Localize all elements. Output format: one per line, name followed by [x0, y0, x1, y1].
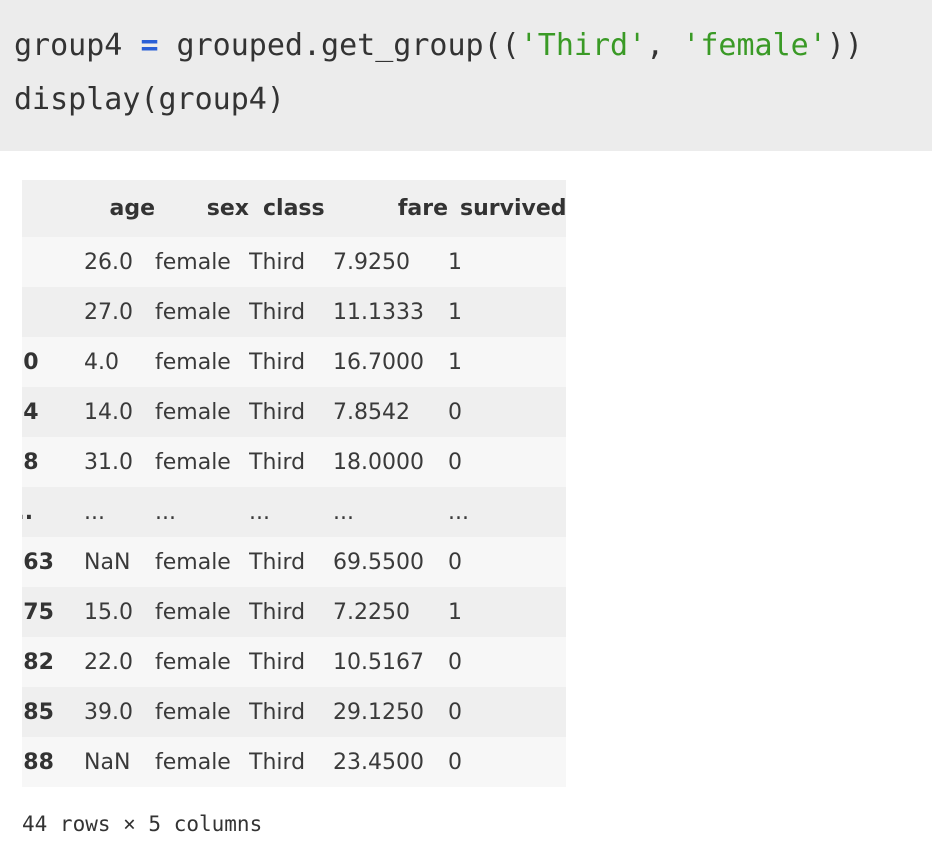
row-index: 8	[22, 287, 84, 337]
cell-fare: 16.7000	[333, 337, 448, 387]
cell-age: 31.0	[84, 437, 155, 487]
table-row: ..................	[22, 487, 566, 537]
cell-fare: 23.4500	[333, 737, 448, 787]
cell-survived: 1	[448, 237, 566, 287]
row-index: 863	[22, 537, 84, 587]
cell-class: ...	[249, 487, 333, 537]
cell-fare: 7.2250	[333, 587, 448, 637]
cell-class: Third	[249, 237, 333, 287]
code-token-close-parens: ))	[826, 28, 863, 63]
cell-age: NaN	[84, 737, 155, 787]
cell-survived: 0	[448, 537, 566, 587]
row-index: 885	[22, 687, 84, 737]
cell-survived: ...	[448, 487, 566, 537]
cell-class: Third	[249, 637, 333, 687]
table-row: 1414.0femaleThird7.85420	[22, 387, 566, 437]
cell-sex: female	[155, 387, 249, 437]
cell-sex: female	[155, 637, 249, 687]
cell-sex: female	[155, 237, 249, 287]
table-row: 104.0femaleThird16.70001	[22, 337, 566, 387]
cell-age: 27.0	[84, 287, 155, 337]
table-row: 1831.0femaleThird18.00000	[22, 437, 566, 487]
cell-age: NaN	[84, 537, 155, 587]
dataframe-table: age sex class fare survived 226.0femaleT…	[22, 180, 566, 787]
table-row: 888NaNfemaleThird23.45000	[22, 737, 566, 787]
cell-age: 4.0	[84, 337, 155, 387]
column-header-class: class	[249, 180, 333, 237]
dataframe-output: age sex class fare survived 226.0femaleT…	[22, 180, 566, 787]
cell-class: Third	[249, 387, 333, 437]
column-header-fare: fare	[333, 180, 448, 237]
column-header-sex: sex	[155, 180, 249, 237]
cell-sex: female	[155, 587, 249, 637]
table-row: 863NaNfemaleThird69.55000	[22, 537, 566, 587]
cell-age: ...	[84, 487, 155, 537]
row-index: 14	[22, 387, 84, 437]
row-index: 10	[22, 337, 84, 387]
table-row: 827.0femaleThird11.13331	[22, 287, 566, 337]
code-token-string-female: 'female'	[682, 28, 827, 63]
cell-class: Third	[249, 737, 333, 787]
cell-sex: female	[155, 437, 249, 487]
cell-survived: 0	[448, 637, 566, 687]
row-index: 882	[22, 637, 84, 687]
column-header-index	[22, 180, 84, 237]
code-token-call: grouped.get_group((	[158, 28, 520, 63]
row-index: 18	[22, 437, 84, 487]
code-token-assign-operator: =	[140, 28, 159, 63]
table-header-row: age sex class fare survived	[22, 180, 566, 237]
cell-age: 39.0	[84, 687, 155, 737]
cell-sex: female	[155, 287, 249, 337]
cell-survived: 0	[448, 687, 566, 737]
cell-survived: 0	[448, 437, 566, 487]
row-index: 888	[22, 737, 84, 787]
cell-sex: female	[155, 537, 249, 587]
cell-sex: female	[155, 737, 249, 787]
cell-fare: 11.1333	[333, 287, 448, 337]
cell-survived: 1	[448, 587, 566, 637]
table-row: 88222.0femaleThird10.51670	[22, 637, 566, 687]
code-token-variable: group4	[14, 28, 141, 63]
row-index: 2	[22, 237, 84, 287]
row-count-footer: 44 rows × 5 columns	[22, 812, 263, 836]
row-index: 875	[22, 587, 84, 637]
cell-class: Third	[249, 287, 333, 337]
cell-fare: 29.1250	[333, 687, 448, 737]
column-header-survived: survived	[448, 180, 566, 237]
cell-class: Third	[249, 537, 333, 587]
cell-survived: 0	[448, 387, 566, 437]
code-token-separator: ,	[646, 28, 683, 63]
table-row: 87515.0femaleThird7.22501	[22, 587, 566, 637]
cell-class: Third	[249, 337, 333, 387]
cell-age: 26.0	[84, 237, 155, 287]
cell-sex: ...	[155, 487, 249, 537]
cell-survived: 0	[448, 737, 566, 787]
cell-survived: 1	[448, 287, 566, 337]
code-line-2: display(group4)	[14, 82, 285, 117]
table-row: 88539.0femaleThird29.12500	[22, 687, 566, 737]
cell-fare: 7.9250	[333, 237, 448, 287]
cell-fare: 7.8542	[333, 387, 448, 437]
code-cell[interactable]: group4 = grouped.get_group(('Third', 'fe…	[0, 0, 932, 151]
column-header-age: age	[84, 180, 155, 237]
code-line-1: group4 = grouped.get_group(('Third', 'fe…	[14, 28, 863, 64]
cell-sex: female	[155, 687, 249, 737]
table-row: 226.0femaleThird7.92501	[22, 237, 566, 287]
cell-survived: 1	[448, 337, 566, 387]
cell-age: 14.0	[84, 387, 155, 437]
cell-fare: 69.5500	[333, 537, 448, 587]
cell-class: Third	[249, 437, 333, 487]
cell-class: Third	[249, 587, 333, 637]
cell-fare: 10.5167	[333, 637, 448, 687]
row-index: ...	[22, 487, 84, 537]
code-token-string-third: 'Third'	[519, 28, 647, 63]
cell-sex: female	[155, 337, 249, 387]
cell-age: 22.0	[84, 637, 155, 687]
cell-age: 15.0	[84, 587, 155, 637]
cell-class: Third	[249, 687, 333, 737]
cell-fare: 18.0000	[333, 437, 448, 487]
cell-fare: ...	[333, 487, 448, 537]
